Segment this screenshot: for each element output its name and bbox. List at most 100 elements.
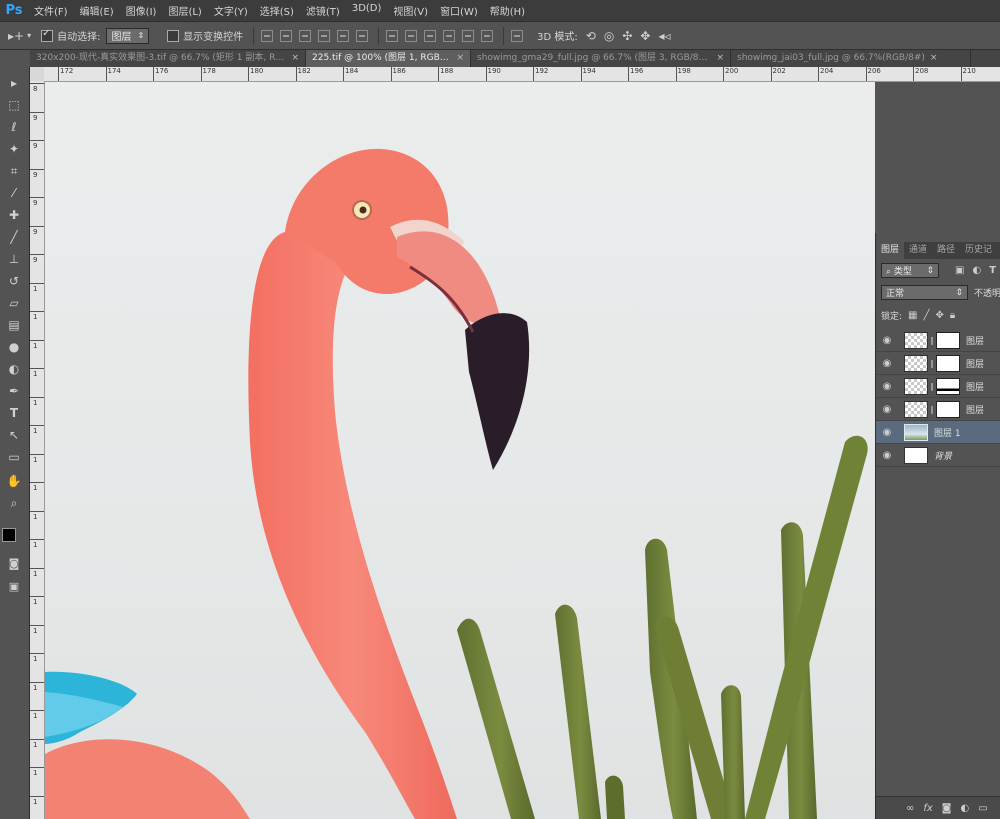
panel-tab[interactable]: 历史记 xyxy=(960,242,997,259)
drag-3d-icon[interactable]: ✣ xyxy=(622,29,632,43)
panel-tab[interactable]: 路径 xyxy=(932,242,960,259)
screen-mode-icon[interactable]: ▣ xyxy=(3,577,25,597)
menu-item[interactable]: 编辑(E) xyxy=(74,3,120,18)
crop-tool-icon[interactable]: ⌗ xyxy=(3,161,25,181)
distribute-hcenter-button[interactable] xyxy=(462,29,475,42)
menu-item[interactable]: 文件(F) xyxy=(28,3,74,18)
add-mask-icon[interactable]: ◙ xyxy=(942,803,952,814)
foreground-color-swatch[interactable] xyxy=(2,528,16,542)
layer-row[interactable]: ◉ ∥ 图层 xyxy=(876,398,1000,421)
shape-tool-icon[interactable]: ▭ xyxy=(3,447,25,467)
zoom-tool-icon[interactable]: ⌕ xyxy=(3,493,25,513)
roll-3d-icon[interactable]: ◎ xyxy=(604,29,614,43)
close-icon[interactable]: × xyxy=(456,50,464,67)
auto-align-button[interactable] xyxy=(511,29,524,42)
adjustment-layer-icon[interactable]: ◐ xyxy=(961,803,970,814)
close-icon[interactable]: × xyxy=(930,50,938,67)
layer-mask-thumbnail[interactable] xyxy=(936,354,960,372)
align-right-button[interactable] xyxy=(356,29,369,42)
align-vcenter-button[interactable] xyxy=(280,29,293,42)
lasso-tool-icon[interactable]: ℓ xyxy=(3,117,25,137)
lock-transparent-icon[interactable]: ▦ xyxy=(908,310,917,321)
mask-link-icon[interactable]: ∥ xyxy=(928,336,936,345)
filter-adjustment-icon[interactable]: ◐ xyxy=(972,265,981,276)
visibility-eye-icon[interactable]: ◉ xyxy=(876,381,898,392)
ruler-origin[interactable] xyxy=(30,67,44,81)
lock-all-icon[interactable]: 🔒︎ xyxy=(950,310,955,321)
mask-link-icon[interactable]: ∥ xyxy=(928,382,936,391)
mask-link-icon[interactable]: ∥ xyxy=(928,405,936,414)
distribute-left-button[interactable] xyxy=(443,29,456,42)
vertical-ruler[interactable]: 8 9 9 9 9 9 9 1 1 1 1 1 1 1 1 1 1 1 1 1 1 1 1 1 1 1 xyxy=(30,81,45,819)
panel-tab[interactable]: 图层 xyxy=(876,242,905,259)
menu-item[interactable]: 窗口(W) xyxy=(434,3,484,18)
visibility-eye-icon[interactable]: ◉ xyxy=(876,450,898,461)
clone-stamp-tool-icon[interactable]: ⊥ xyxy=(3,249,25,269)
history-brush-tool-icon[interactable]: ↺ xyxy=(3,271,25,291)
marquee-tool-icon[interactable]: ⬚ xyxy=(3,95,25,115)
menu-item[interactable]: 滤镜(T) xyxy=(300,3,346,18)
distribute-top-button[interactable] xyxy=(386,29,399,42)
menu-item[interactable]: 3D(D) xyxy=(346,3,388,18)
distribute-vcenter-button[interactable] xyxy=(405,29,418,42)
layer-row[interactable]: ◉ 图层 1 xyxy=(876,421,1000,444)
menu-item[interactable]: 文字(Y) xyxy=(208,3,254,18)
close-icon[interactable]: × xyxy=(291,50,299,67)
document-tab[interactable]: showimg_jai03_full.jpg @ 66.7%(RGB/8#) × xyxy=(731,50,971,67)
horizontal-ruler[interactable]: 172 174 176 178 180 182 184 186 188 190 192 194 196 1… xyxy=(44,67,1000,82)
path-select-tool-icon[interactable]: ↖ xyxy=(3,425,25,445)
menu-item[interactable]: 选择(S) xyxy=(254,3,300,18)
healing-brush-tool-icon[interactable]: ✚ xyxy=(3,205,25,225)
type-tool-icon[interactable]: T xyxy=(3,403,25,423)
distribute-right-button[interactable] xyxy=(481,29,494,42)
layer-row[interactable]: ◉ ∥ 图层 xyxy=(876,375,1000,398)
align-left-button[interactable] xyxy=(318,29,331,42)
link-layers-icon[interactable]: ∞ xyxy=(906,803,914,814)
gradient-tool-icon[interactable]: ▤ xyxy=(3,315,25,335)
blend-mode-dropdown[interactable]: 正常 ⇕ xyxy=(881,285,968,300)
menu-item[interactable]: 图层(L) xyxy=(162,3,207,18)
slide-3d-icon[interactable]: ✥ xyxy=(640,29,650,43)
show-transform-checkbox[interactable] xyxy=(167,29,180,42)
document-tab[interactable]: showimg_gma29_full.jpg @ 66.7% (图层 3, RG… xyxy=(471,50,731,67)
layer-mask-thumbnail[interactable] xyxy=(936,377,960,395)
blur-tool-icon[interactable]: ● xyxy=(3,337,25,357)
scale-3d-icon[interactable]: ◂◃ xyxy=(658,29,670,43)
layer-mask-thumbnail[interactable] xyxy=(936,331,960,349)
menu-item[interactable]: 图像(I) xyxy=(120,3,163,18)
filter-pixel-icon[interactable]: ▣ xyxy=(955,265,964,276)
layer-style-icon[interactable]: fx xyxy=(923,803,932,814)
orbit-3d-icon[interactable]: ⟲ xyxy=(586,29,596,43)
close-icon[interactable]: × xyxy=(716,50,724,67)
eraser-tool-icon[interactable]: ▱ xyxy=(3,293,25,313)
brush-tool-icon[interactable]: ╱ xyxy=(3,227,25,247)
align-bottom-button[interactable] xyxy=(299,29,312,42)
eyedropper-tool-icon[interactable]: ⁄ xyxy=(3,183,25,203)
visibility-eye-icon[interactable]: ◉ xyxy=(876,335,898,346)
layer-row[interactable]: ◉ ∥ 图层 xyxy=(876,329,1000,352)
move-tool-icon[interactable]: ▸+ xyxy=(8,29,24,43)
document-tab[interactable]: 320x200-现代-真实效果图-3.tif @ 66.7% (矩形 1 副本,… xyxy=(30,50,306,67)
auto-select-dropdown[interactable]: 图层 ⇕ xyxy=(106,27,150,44)
layer-row[interactable]: ◉ ∥ 图层 xyxy=(876,352,1000,375)
align-hcenter-button[interactable] xyxy=(337,29,350,42)
menu-item[interactable]: 视图(V) xyxy=(387,3,434,18)
align-top-button[interactable] xyxy=(261,29,274,42)
quick-mask-icon[interactable]: ◙ xyxy=(3,554,25,574)
document-tab[interactable]: 225.tif @ 100% (图层 1, RGB/8) × xyxy=(306,50,471,67)
filter-type-icon[interactable]: T xyxy=(989,265,996,276)
visibility-eye-icon[interactable]: ◉ xyxy=(876,427,898,438)
document-canvas[interactable] xyxy=(45,82,875,819)
auto-select-checkbox[interactable] xyxy=(41,28,54,42)
menu-item[interactable]: 帮助(H) xyxy=(484,3,531,18)
new-group-icon[interactable]: ▭ xyxy=(978,803,987,814)
layer-filter-dropdown[interactable]: ⌕ 类型 ⇕ xyxy=(881,263,939,278)
dodge-tool-icon[interactable]: ◐ xyxy=(3,359,25,379)
hand-tool-icon[interactable]: ✋ xyxy=(3,471,25,491)
panel-tab[interactable]: 通道 xyxy=(904,242,932,259)
distribute-bottom-button[interactable] xyxy=(424,29,437,42)
lock-pixels-icon[interactable]: ╱ xyxy=(924,310,930,321)
tool-preset-arrow-icon[interactable]: ▾ xyxy=(27,31,31,40)
move-tool-icon[interactable]: ▸ xyxy=(3,73,25,93)
visibility-eye-icon[interactable]: ◉ xyxy=(876,404,898,415)
